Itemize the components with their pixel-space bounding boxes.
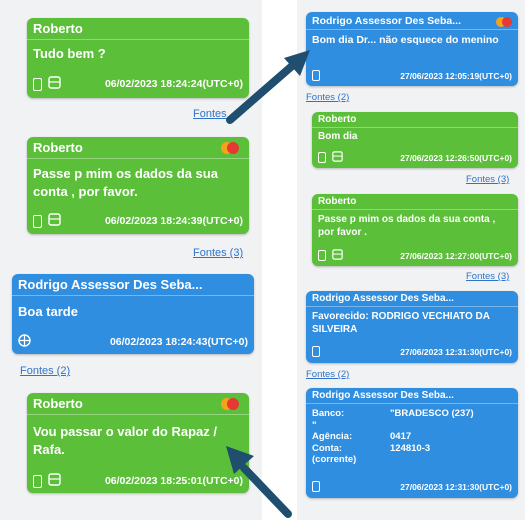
chat-message[interactable]: Roberto Vou passar o valor do Rapaz / Ra…	[27, 393, 249, 493]
chat-message[interactable]: Rodrigo Assessor Des Seba... Bom dia Dr.…	[306, 12, 518, 86]
message-icon	[332, 249, 343, 262]
message-icon	[48, 473, 61, 489]
fontes-link[interactable]: Fontes (3)	[466, 174, 509, 185]
message-text: Passe p mim os dados da sua conta , por …	[33, 166, 218, 199]
phone-icon	[312, 346, 320, 357]
detail-label: Conta:	[312, 442, 343, 454]
detail-value: "BRADESCO (237)	[390, 408, 474, 419]
message-text: Favorecido: RODRIGO VECHIATO DA SILVEIRA	[312, 311, 490, 335]
message-timestamp: 06/02/2023 18:24:43(UTC+0)	[109, 336, 248, 348]
flag-icon	[495, 15, 513, 33]
chat-message[interactable]: Roberto Bom dia 27/06/2023 12:26:50(UTC+…	[312, 112, 518, 168]
message-sender: Roberto	[312, 194, 518, 210]
message-text: Bom dia	[318, 131, 358, 142]
message-text: Boa tarde	[18, 304, 78, 319]
detail-label: (corrente)	[312, 454, 357, 465]
detail-value	[390, 420, 518, 432]
detail-label: "	[312, 419, 317, 431]
flag-icon	[219, 141, 241, 160]
chat-message[interactable]: Roberto Passe p mim os dados da sua cont…	[27, 137, 249, 234]
fontes-link[interactable]: Fontes (2)	[306, 369, 349, 380]
detail-label: Agência:	[312, 431, 353, 442]
chat-message[interactable]: Roberto Passe p mim os dados da sua cont…	[312, 194, 518, 266]
message-timestamp: 27/06/2023 12:26:50(UTC+0)	[400, 152, 512, 163]
fontes-link[interactable]: Fontes (2)	[20, 365, 70, 377]
message-timestamp: 27/06/2023 12:05:19(UTC+0)	[400, 70, 512, 81]
phone-icon	[318, 250, 326, 261]
globe-icon	[18, 334, 31, 350]
message-text: Vou passar o valor do Rapaz / Rafa.	[33, 424, 217, 457]
detail-label: Banco:	[312, 408, 345, 419]
fontes-link[interactable]: Fontes (3)	[193, 247, 243, 259]
message-sender: Roberto	[27, 137, 249, 159]
message-text: Bom dia Dr... não esquece do menino	[312, 34, 499, 46]
message-timestamp: 27/06/2023 12:31:30(UTC+0)	[400, 346, 512, 357]
message-sender: Rodrigo Assessor Des Seba...	[12, 274, 254, 296]
message-icon	[48, 76, 61, 92]
message-sender: Roberto	[27, 393, 249, 415]
message-text: Passe p mim os dados da sua conta , por …	[318, 214, 496, 238]
flag-icon	[219, 397, 241, 416]
message-sender: Rodrigo Assessor Des Seba...	[306, 12, 518, 30]
fontes-link[interactable]: Fontes (3)	[466, 271, 509, 282]
account-details: Banco: "BRADESCO (237) " Agência: 0417 C…	[306, 408, 518, 466]
message-sender: Rodrigo Assessor Des Seba...	[306, 388, 518, 404]
phone-icon	[312, 481, 320, 492]
detail-value: 124810-3	[390, 442, 431, 454]
message-timestamp: 06/02/2023 18:24:39(UTC+0)	[104, 215, 243, 227]
message-sender: Rodrigo Assessor Des Seba...	[306, 291, 518, 307]
pointer-arrow	[226, 446, 292, 518]
phone-icon	[318, 152, 326, 163]
detail-value: 0417	[390, 431, 412, 442]
phone-icon	[33, 474, 42, 488]
pointer-arrow	[226, 50, 310, 124]
message-sender: Roberto	[27, 18, 249, 40]
phone-icon	[33, 77, 42, 91]
message-text: Tudo bem ?	[33, 46, 106, 61]
phone-icon	[33, 214, 42, 228]
message-icon	[332, 151, 343, 164]
detail-value	[390, 454, 518, 466]
message-icon	[48, 213, 61, 229]
chat-message[interactable]: Roberto Tudo bem ? 06/02/2023 18:24:24(U…	[27, 18, 249, 98]
message-timestamp: 27/06/2023 12:31:30(UTC+0)	[400, 481, 512, 492]
message-timestamp: 27/06/2023 12:27:00(UTC+0)	[400, 250, 512, 261]
chat-message[interactable]: Rodrigo Assessor Des Seba... Favorecido:…	[306, 291, 518, 363]
chat-message[interactable]: Rodrigo Assessor Des Seba... Banco: "BRA…	[306, 388, 518, 498]
chat-message[interactable]: Rodrigo Assessor Des Seba... Boa tarde 0…	[12, 274, 254, 354]
message-sender: Roberto	[312, 112, 518, 128]
